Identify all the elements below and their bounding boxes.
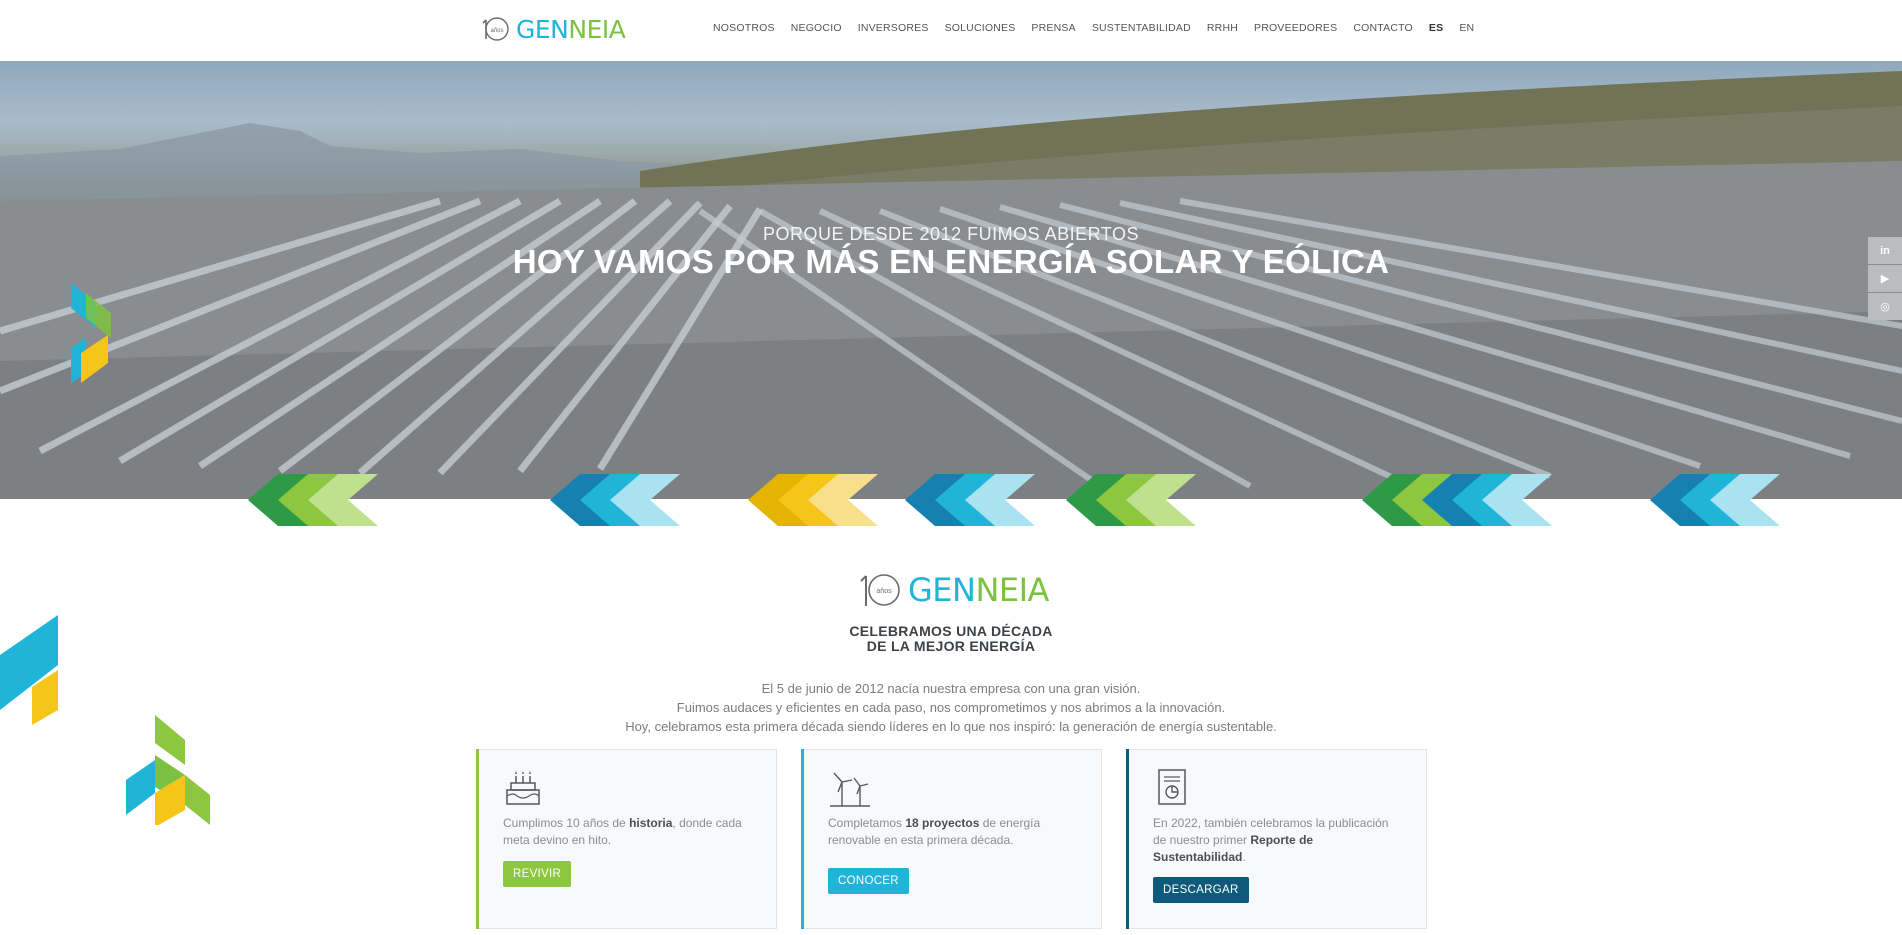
descargar-button[interactable]: DESCARGAR: [1153, 877, 1249, 903]
genneia-10-years-logo: años GENNEIA: [858, 570, 1049, 610]
logo-wordmark: GENNEIA: [908, 571, 1049, 609]
nav-soluciones[interactable]: SOLUCIONES: [945, 22, 1016, 34]
youtube-icon[interactable]: ▶: [1868, 265, 1902, 292]
ten-years-emblem-icon: años: [860, 574, 900, 606]
card-text: En 2022, también celebramos la publicaci…: [1153, 816, 1389, 864]
hero-title: HOY VAMOS POR MÁS EN ENERGÍA SOLAR Y EÓL…: [512, 243, 1390, 280]
nav-rrhh[interactable]: RRHH: [1207, 22, 1238, 34]
decorative-leaf-icon: [71, 283, 111, 383]
card-text: Completamos 18 proyectos de energía reno…: [828, 816, 1041, 847]
logo-badge-text: años: [876, 588, 892, 595]
nav-inversores[interactable]: INVERSORES: [858, 22, 929, 34]
lang-en[interactable]: EN: [1459, 22, 1474, 34]
instagram-icon[interactable]: ◎: [1868, 293, 1902, 320]
revivir-button[interactable]: REVIVIR: [503, 861, 572, 887]
card-reporte: En 2022, también celebramos la publicaci…: [1126, 749, 1427, 929]
nav-contacto[interactable]: CONTACTO: [1353, 22, 1413, 34]
chevron-divider: [248, 474, 1780, 526]
site-header: años GENNEIA NOSOTROS NEGOCIO INVERSORES…: [0, 0, 1902, 61]
nav-proveedores[interactable]: PROVEEDORES: [1254, 22, 1337, 34]
card-proyectos: Completamos 18 proyectos de energía reno…: [801, 749, 1102, 929]
genneia-logo[interactable]: años GENNEIA: [480, 14, 626, 44]
linkedin-icon[interactable]: in: [1868, 237, 1902, 264]
social-bar: in ▶ ◎: [1868, 237, 1902, 321]
card-text: Cumplimos 10 años de historia, donde cad…: [503, 816, 742, 847]
hero-kicker: PORQUE DESDE 2012 FUIMOS ABIERTOS: [763, 224, 1139, 244]
card-historia: Cumplimos 10 años de historia, donde cad…: [476, 749, 777, 929]
birthday-cake-icon: [506, 771, 540, 805]
section-title: CELEBRAMOS UNA DÉCADA DE LA MEJOR ENERGÍ…: [849, 623, 1053, 654]
ten-years-emblem-icon: años: [482, 17, 509, 41]
wind-turbines-icon: [830, 772, 870, 807]
report-document-icon: [1158, 769, 1186, 805]
main-nav: NOSOTROS NEGOCIO INVERSORES SOLUCIONES P…: [713, 22, 1490, 34]
lang-es[interactable]: ES: [1429, 22, 1443, 34]
conocer-button[interactable]: CONOCER: [828, 868, 909, 894]
nav-sustentabilidad[interactable]: SUSTENTABILIDAD: [1092, 22, 1191, 34]
section-body: El 5 de junio de 2012 nacía nuestra empr…: [625, 681, 1277, 734]
logo-badge-text: años: [490, 28, 503, 34]
nav-prensa[interactable]: PRENSA: [1031, 22, 1075, 34]
logo-wordmark: GENNEIA: [516, 14, 626, 44]
nav-nosotros[interactable]: NOSOTROS: [713, 22, 775, 34]
nav-negocio[interactable]: NEGOCIO: [791, 22, 842, 34]
hero-banner: PORQUE DESDE 2012 FUIMOS ABIERTOS HOY VA…: [0, 61, 1902, 499]
